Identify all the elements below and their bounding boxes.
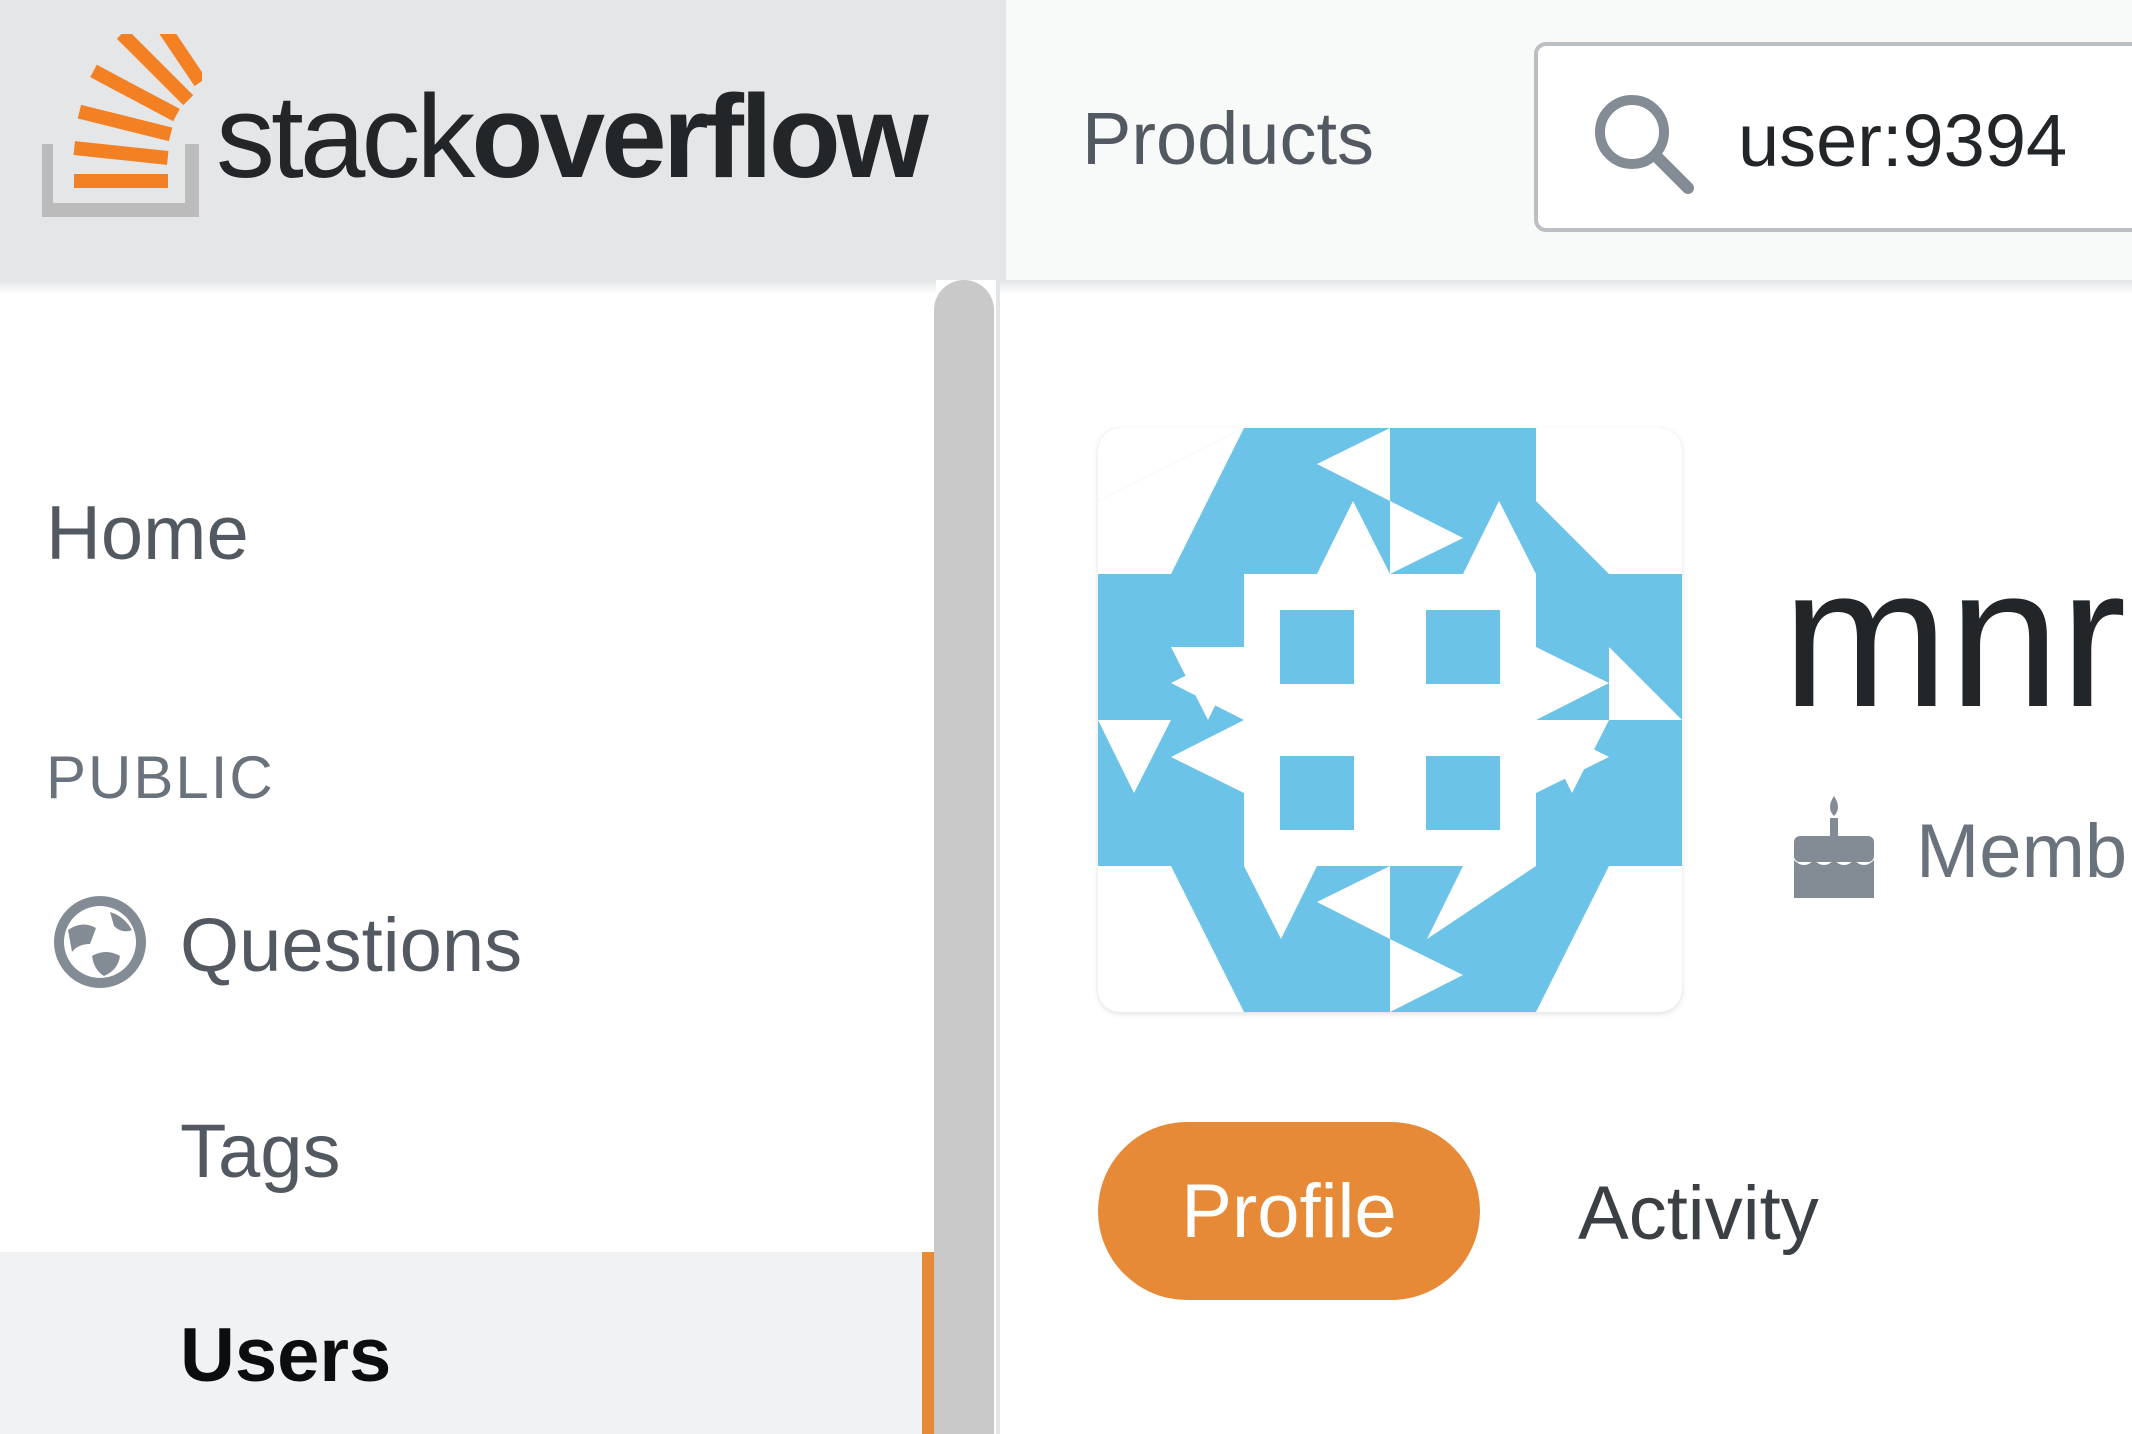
sidebar-item-users-label: Users (180, 1313, 392, 1398)
sidebar-section-public: PUBLIC (46, 744, 275, 811)
sidebar-item-home[interactable]: Home (46, 496, 249, 572)
products-link[interactable]: Products (1082, 102, 1374, 176)
avatar[interactable] (1098, 428, 1682, 1012)
logo-text: stackoverflow (216, 78, 929, 196)
cake-icon (1794, 796, 1874, 898)
search-icon (1595, 95, 1694, 194)
sidebar-divider (996, 280, 1000, 1434)
tab-profile-label: Profile (1181, 1168, 1397, 1254)
logo-area[interactable]: stackoverflow (0, 0, 1006, 280)
top-bar: stackoverflow Products (0, 0, 2132, 280)
search-input[interactable] (1738, 94, 2132, 186)
member-since-text: Memb (1916, 809, 2128, 894)
tab-activity[interactable]: Activity (1578, 1176, 1819, 1252)
sidebar-scrollbar-thumb[interactable] (934, 280, 994, 1434)
stackoverflow-logo-icon (42, 34, 202, 217)
top-bar-shadow (0, 280, 2132, 294)
search-box[interactable] (1534, 42, 2132, 232)
sidebar-item-tags[interactable]: Tags (180, 1114, 341, 1190)
identicon-image (1098, 428, 1682, 1012)
sidebar-item-users[interactable]: Users (0, 1252, 936, 1434)
globe-icon (54, 896, 146, 988)
logo-text-regular: stack (216, 71, 475, 203)
logo-text-bold: overflow (471, 71, 928, 203)
sidebar-item-questions[interactable]: Questions (180, 908, 522, 984)
tab-profile[interactable]: Profile (1098, 1122, 1480, 1300)
user-display-name: mnr (1782, 526, 2127, 749)
